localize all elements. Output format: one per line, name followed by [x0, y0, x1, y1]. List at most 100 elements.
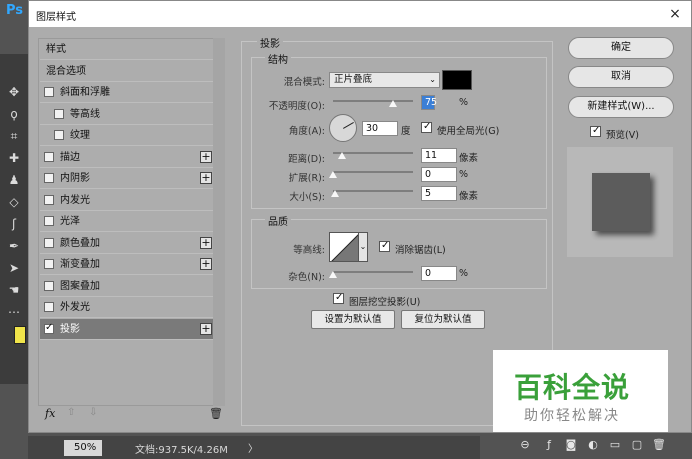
style-checkbox[interactable]	[44, 216, 54, 226]
size-slider-thumb[interactable]	[331, 190, 339, 197]
distance-input[interactable]: 11	[421, 148, 457, 163]
noise-input[interactable]: 0	[421, 266, 457, 281]
stamp-tool-icon[interactable]: ♟	[6, 172, 22, 188]
add-mask-icon[interactable]: ◙	[564, 438, 578, 452]
style-list-item[interactable]: 内阴影 +	[40, 168, 214, 189]
move-tool-icon[interactable]: ✥	[6, 84, 22, 100]
chevron-down-icon[interactable]: ⌄	[358, 232, 368, 262]
style-list-item[interactable]: 颜色叠加 +	[40, 233, 214, 254]
style-checkbox[interactable]	[54, 108, 64, 119]
angle-label: 角度(A):	[288, 126, 325, 137]
link-layers-icon[interactable]: ⊖	[518, 438, 532, 452]
style-list-item[interactable]: 光泽	[40, 211, 214, 232]
opacity-slider[interactable]	[333, 100, 413, 102]
style-list-item[interactable]: 渐变叠加 +	[40, 254, 214, 275]
reset-default-button[interactable]: 复位为默认值	[401, 310, 485, 329]
add-effect-instance-icon[interactable]: +	[200, 236, 212, 249]
opacity-unit: %	[459, 97, 469, 108]
style-list-item[interactable]: 外发光	[40, 297, 214, 318]
delete-layer-icon[interactable]: 🗑	[652, 438, 666, 452]
style-list-item[interactable]: 描边 +	[40, 147, 214, 168]
pen-tool-icon[interactable]: ✒	[6, 238, 22, 254]
distance-unit: 像素	[459, 153, 479, 164]
zoom-level[interactable]: 50%	[64, 440, 102, 456]
adjustment-layer-icon[interactable]: ◐	[586, 438, 600, 452]
move-up-icon[interactable]: ⇧	[67, 407, 75, 418]
style-checkbox[interactable]	[44, 322, 54, 334]
opacity-input[interactable]: 75	[421, 95, 437, 110]
style-checkbox[interactable]	[54, 130, 64, 140]
hand-tool-icon[interactable]: ☚	[6, 282, 22, 298]
noise-slider-thumb[interactable]	[329, 271, 337, 278]
blend-mode-label: 混合模式:	[283, 77, 325, 88]
cancel-button[interactable]: 取消	[568, 66, 674, 88]
style-checkbox[interactable]	[44, 237, 54, 248]
style-list-item[interactable]: 样式	[40, 39, 214, 60]
style-checkbox[interactable]	[44, 302, 54, 312]
spread-slider-thumb[interactable]	[329, 171, 337, 178]
style-list-item-label: 内阴影	[60, 173, 90, 184]
path-select-tool-icon[interactable]: ➤	[6, 260, 22, 276]
spread-input[interactable]: 0	[421, 167, 457, 182]
style-checkbox[interactable]	[44, 259, 54, 269]
eraser-tool-icon[interactable]: ◇	[6, 194, 22, 210]
style-checkbox[interactable]	[44, 87, 54, 97]
anti-aliased-checkbox[interactable]	[379, 239, 390, 252]
style-list-item[interactable]: 斜面和浮雕	[40, 82, 214, 103]
anti-aliased-label: 消除锯齿(L)	[395, 245, 446, 256]
new-group-icon[interactable]: ▭	[608, 438, 622, 452]
spread-slider[interactable]	[333, 171, 413, 173]
knockout-checkbox[interactable]	[333, 291, 344, 304]
blend-mode-select[interactable]: 正片叠底 ⌄	[329, 72, 440, 88]
new-layer-icon[interactable]: ▢	[630, 438, 644, 452]
preview-checkbox[interactable]	[590, 124, 601, 137]
global-light-checkbox[interactable]	[421, 120, 432, 133]
status-menu-arrow-icon[interactable]: 〉	[248, 440, 258, 455]
contour-picker[interactable]	[329, 232, 359, 262]
make-default-button[interactable]: 设置为默认值	[311, 310, 395, 329]
style-list-item[interactable]: 投影 +	[40, 318, 214, 340]
style-checkbox[interactable]	[44, 173, 54, 183]
new-style-button[interactable]: 新建样式(W)...	[568, 96, 674, 118]
style-checkbox[interactable]	[44, 194, 54, 205]
size-input[interactable]: 5	[421, 186, 457, 201]
ok-button[interactable]: 确定	[568, 37, 674, 59]
more-tools-icon[interactable]: ⋯	[6, 304, 22, 320]
style-list-item-label: 外发光	[60, 302, 90, 313]
style-list-item-label: 投影	[60, 323, 80, 335]
move-down-icon[interactable]: ⇩	[89, 407, 97, 418]
noise-slider[interactable]	[333, 271, 413, 273]
style-list-item[interactable]: 等高线	[40, 104, 214, 125]
style-list-item-label: 样式	[46, 44, 66, 55]
close-icon[interactable]: ×	[665, 4, 685, 24]
style-list-scrollbar[interactable]	[213, 38, 225, 406]
add-effect-instance-icon[interactable]: +	[200, 322, 212, 335]
add-effect-instance-icon[interactable]: +	[200, 258, 212, 270]
crop-tool-icon[interactable]: ⌗	[6, 128, 22, 144]
opacity-slider-thumb[interactable]	[389, 100, 397, 107]
angle-unit: 度	[401, 126, 411, 137]
distance-slider-thumb[interactable]	[338, 152, 346, 159]
size-slider[interactable]	[333, 190, 413, 192]
healing-brush-tool-icon[interactable]: ✚	[6, 150, 22, 166]
add-effect-instance-icon[interactable]: +	[200, 150, 212, 163]
style-checkbox[interactable]	[44, 280, 54, 291]
style-list-item[interactable]: 内发光	[40, 190, 214, 211]
fx-menu-icon[interactable]: fx	[45, 407, 55, 420]
style-list-item[interactable]: 纹理	[40, 125, 214, 146]
fx-icon[interactable]: ƒ	[542, 438, 556, 452]
blend-mode-value: 正片叠底	[334, 74, 373, 85]
angle-dial[interactable]	[329, 114, 357, 142]
dialog-titlebar[interactable]: 图层样式 ×	[29, 1, 691, 27]
angle-input[interactable]: 30	[362, 121, 398, 136]
delete-effect-icon[interactable]: 🗑	[209, 407, 223, 420]
foreground-color-swatch[interactable]	[14, 326, 26, 344]
smudge-tool-icon[interactable]: ʃ	[6, 216, 22, 232]
lasso-tool-icon[interactable]: ϙ	[6, 106, 22, 122]
style-checkbox[interactable]	[44, 151, 54, 162]
photoshop-logo: Ps	[6, 3, 24, 18]
add-effect-instance-icon[interactable]: +	[200, 172, 212, 184]
style-list-item[interactable]: 混合选项	[40, 61, 214, 82]
style-list-item[interactable]: 图案叠加	[40, 276, 214, 297]
shadow-color-swatch[interactable]	[442, 70, 472, 90]
